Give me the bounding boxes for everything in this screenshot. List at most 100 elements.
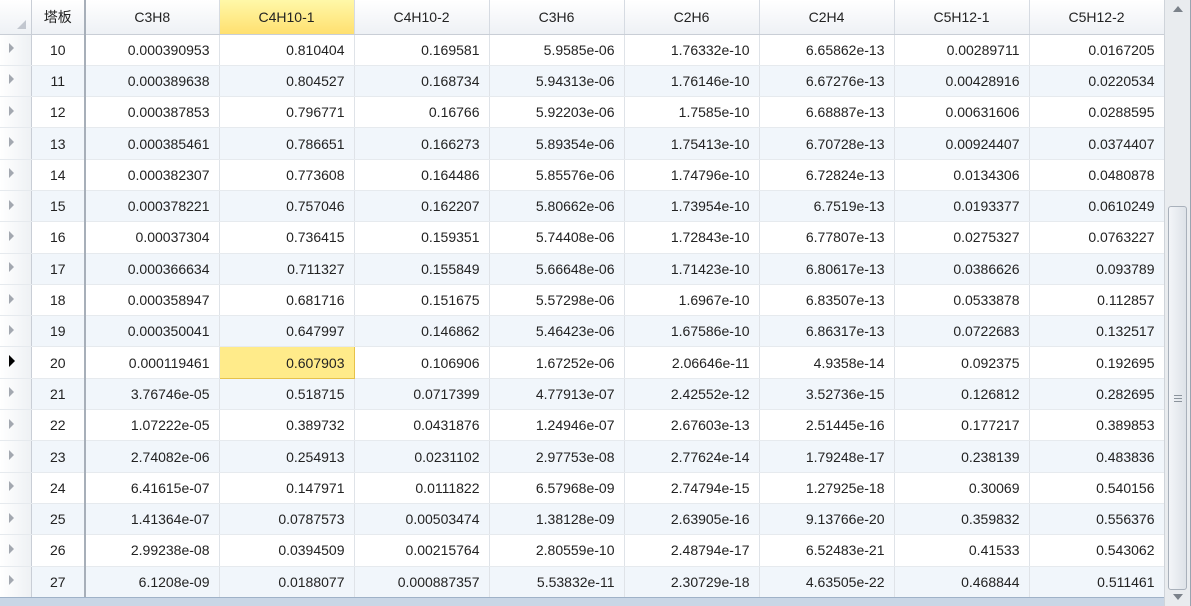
value-cell[interactable]: 5.66648e-06 (489, 253, 625, 285)
row-header[interactable] (0, 346, 32, 379)
value-cell[interactable]: 0.540156 (1029, 472, 1165, 504)
value-cell[interactable]: 0.41533 (894, 534, 1030, 567)
value-cell[interactable]: 0.543062 (1029, 534, 1165, 567)
plate-cell[interactable]: 27 (31, 566, 86, 598)
table-row[interactable]: 24 6.41615e-07 0.147971 0.0111822 6.57968e-0… (0, 472, 1165, 504)
value-cell[interactable]: 6.86317e-13 (759, 315, 895, 348)
value-cell[interactable]: 0.000358947 (85, 284, 220, 317)
value-cell[interactable]: 2.99238e-08 (85, 534, 220, 567)
table-row[interactable]: 25 1.41364e-07 0.0787573 0.00503474 1.38128e… (0, 503, 1165, 536)
value-cell[interactable]: 0.0231102 (354, 440, 490, 473)
vertical-scrollbar[interactable] (1164, 0, 1190, 606)
value-cell[interactable]: 6.52483e-21 (759, 534, 895, 567)
value-cell[interactable]: 0.00037304 (85, 221, 220, 254)
value-cell[interactable]: 0.126812 (894, 378, 1030, 411)
value-cell[interactable]: 0.804527 (219, 65, 355, 98)
plate-cell[interactable]: 19 (31, 315, 86, 348)
plate-cell[interactable]: 22 (31, 409, 86, 442)
column-header-c2h6[interactable]: C2H6 (624, 0, 760, 35)
value-cell[interactable]: 4.63505e-22 (759, 566, 895, 598)
value-cell[interactable]: 0.00631606 (894, 96, 1030, 129)
value-cell[interactable]: 0.389732 (219, 409, 355, 442)
value-cell[interactable]: 5.89354e-06 (489, 127, 625, 160)
plate-cell[interactable]: 23 (31, 440, 86, 473)
row-header[interactable] (0, 65, 32, 98)
plate-cell[interactable]: 21 (31, 378, 86, 411)
value-cell[interactable]: 2.42552e-12 (624, 378, 760, 411)
value-cell[interactable]: 0.736415 (219, 221, 355, 254)
value-cell[interactable]: 0.0480878 (1029, 159, 1165, 191)
value-cell[interactable]: 6.1208e-09 (85, 566, 220, 598)
value-cell[interactable]: 0.556376 (1029, 503, 1165, 536)
value-cell[interactable]: 0.0394509 (219, 534, 355, 567)
table-row[interactable]: 16 0.00037304 0.736415 0.159351 5.74408e-06 1… (0, 221, 1165, 254)
row-header[interactable] (0, 440, 32, 473)
value-cell[interactable]: 0.0167205 (1029, 34, 1165, 66)
table-row[interactable]: 27 6.1208e-09 0.0188077 0.000887357 5.53832e… (0, 566, 1165, 598)
value-cell[interactable]: 1.76332e-10 (624, 34, 760, 66)
plate-cell[interactable]: 15 (31, 190, 86, 223)
column-header-c3h8[interactable]: C3H8 (85, 0, 220, 35)
value-cell[interactable]: 6.83507e-13 (759, 284, 895, 317)
value-cell[interactable]: 0.000378221 (85, 190, 220, 223)
scroll-down-button[interactable] (1165, 590, 1190, 604)
value-cell[interactable]: 5.92203e-06 (489, 96, 625, 129)
value-cell[interactable]: 1.07222e-05 (85, 409, 220, 442)
value-cell[interactable]: 0.106906 (354, 346, 490, 379)
value-cell[interactable]: 3.52736e-15 (759, 378, 895, 411)
value-cell[interactable]: 4.77913e-07 (489, 378, 625, 411)
column-header-plate[interactable]: 塔板 (31, 0, 86, 35)
value-cell[interactable]: 0.757046 (219, 190, 355, 223)
plate-cell[interactable]: 10 (31, 34, 86, 66)
value-cell[interactable]: 0.00289711 (894, 34, 1030, 66)
value-cell[interactable]: 0.155849 (354, 253, 490, 285)
value-cell[interactable]: 0.0193377 (894, 190, 1030, 223)
value-cell[interactable]: 5.74408e-06 (489, 221, 625, 254)
value-cell[interactable]: 1.74796e-10 (624, 159, 760, 191)
table-row[interactable]: 14 0.000382307 0.773608 0.164486 5.85576e-06… (0, 159, 1165, 191)
plate-cell[interactable]: 18 (31, 284, 86, 317)
value-cell[interactable]: 0.647997 (219, 315, 355, 348)
value-cell[interactable]: 2.80559e-10 (489, 534, 625, 567)
table-row[interactable]: 12 0.000387853 0.796771 0.16766 5.92203e-06 1… (0, 96, 1165, 129)
value-cell[interactable]: 4.9358e-14 (759, 346, 895, 379)
value-cell[interactable]: 0.0533878 (894, 284, 1030, 317)
table-row[interactable]: 20 0.000119461 0.607903 0.106906 1.67252e-06… (0, 346, 1165, 379)
row-header[interactable] (0, 315, 32, 348)
value-cell[interactable]: 6.65862e-13 (759, 34, 895, 66)
value-cell[interactable]: 5.9585e-06 (489, 34, 625, 66)
value-cell[interactable]: 0.0374407 (1029, 127, 1165, 160)
value-cell[interactable]: 1.72843e-10 (624, 221, 760, 254)
value-cell[interactable]: 6.72824e-13 (759, 159, 895, 191)
value-cell[interactable]: 6.77807e-13 (759, 221, 895, 254)
value-cell[interactable]: 0.0220534 (1029, 65, 1165, 98)
value-cell[interactable]: 0.607903 (218, 346, 355, 379)
plate-cell[interactable]: 24 (31, 472, 86, 504)
value-cell[interactable]: 2.67603e-13 (624, 409, 760, 442)
plate-cell[interactable]: 13 (31, 127, 86, 160)
value-cell[interactable]: 0.00924407 (894, 127, 1030, 160)
plate-cell[interactable]: 14 (31, 159, 86, 191)
value-cell[interactable]: 0.511461 (1029, 566, 1165, 598)
value-cell[interactable]: 0.000385461 (85, 127, 220, 160)
row-header[interactable] (0, 127, 32, 160)
table-row[interactable]: 13 0.000385461 0.786651 0.166273 5.89354e-06… (0, 127, 1165, 160)
value-cell[interactable]: 6.41615e-07 (85, 472, 220, 504)
value-cell[interactable]: 1.75413e-10 (624, 127, 760, 160)
value-cell[interactable]: 6.70728e-13 (759, 127, 895, 160)
table-row[interactable]: 18 0.000358947 0.681716 0.151675 5.57298e-06… (0, 284, 1165, 317)
value-cell[interactable]: 0.166273 (354, 127, 490, 160)
row-header[interactable] (0, 221, 32, 254)
value-cell[interactable]: 0.159351 (354, 221, 490, 254)
value-cell[interactable]: 1.67586e-10 (624, 315, 760, 348)
value-cell[interactable]: 0.30069 (894, 472, 1030, 504)
horizontal-scrollbar-edge[interactable] (0, 597, 1164, 606)
value-cell[interactable]: 1.6967e-10 (624, 284, 760, 317)
value-cell[interactable]: 0.359832 (894, 503, 1030, 536)
table-row[interactable]: 23 2.74082e-06 0.254913 0.0231102 2.97753e-0… (0, 440, 1165, 473)
value-cell[interactable]: 6.57968e-09 (489, 472, 625, 504)
value-cell[interactable]: 0.000387853 (85, 96, 220, 129)
value-cell[interactable]: 0.0763227 (1029, 221, 1165, 254)
value-cell[interactable]: 6.7519e-13 (759, 190, 895, 223)
value-cell[interactable]: 0.483836 (1029, 440, 1165, 473)
